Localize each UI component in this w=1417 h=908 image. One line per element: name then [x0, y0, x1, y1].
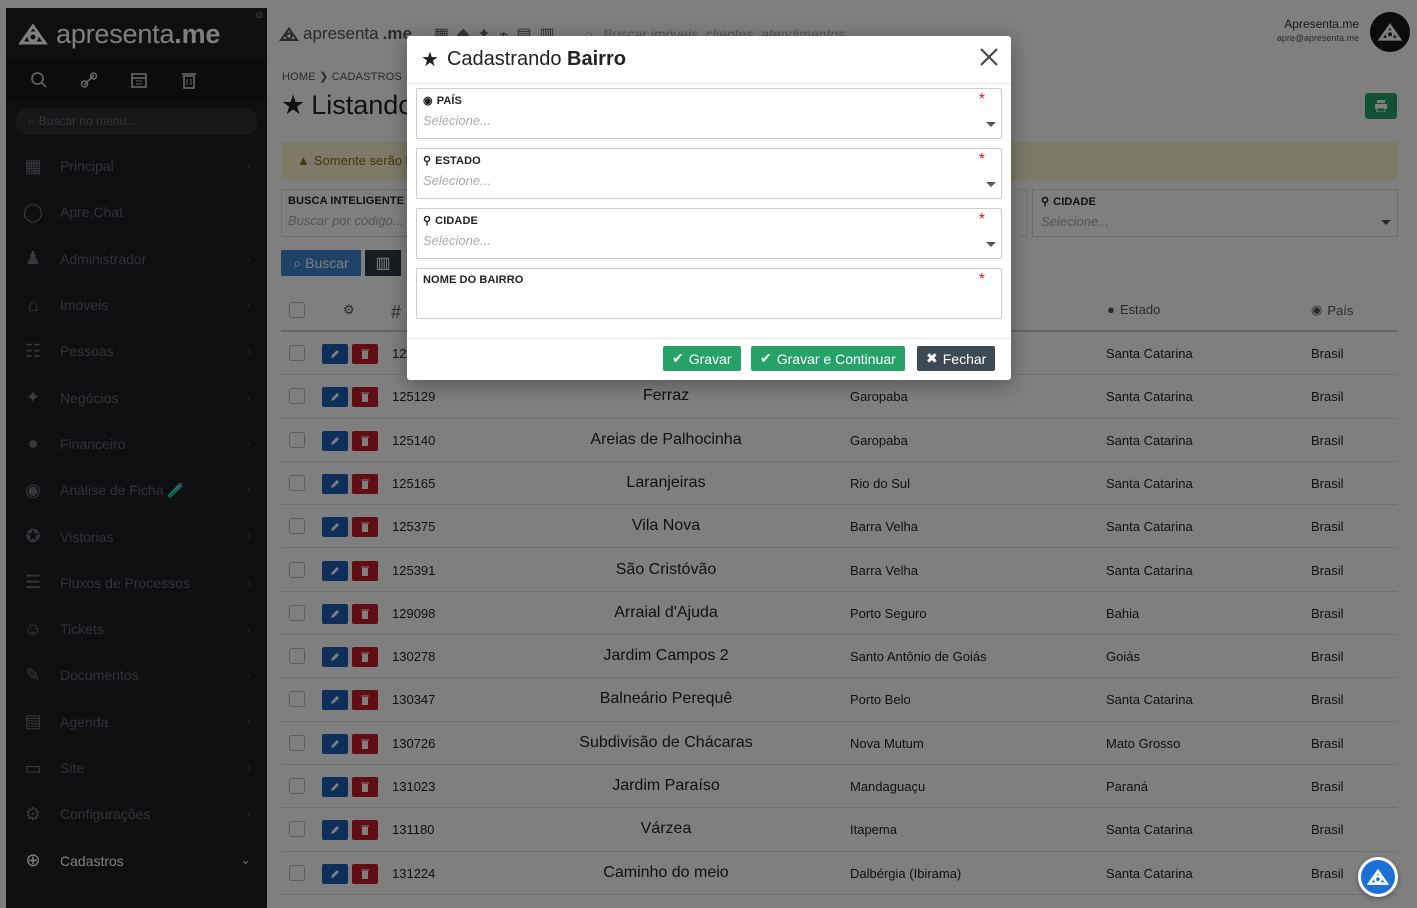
- required-marker: *: [978, 91, 985, 108]
- required-marker: *: [978, 151, 985, 168]
- field-placeholder: Selecione...: [423, 113, 491, 128]
- required-marker: *: [978, 271, 985, 288]
- close-icon[interactable]: [977, 45, 1001, 69]
- modal-header: ★ Cadastrando Bairro: [407, 36, 1011, 84]
- field-label: ESTADO: [435, 154, 481, 167]
- field-text[interactable]: NOME DO BAIRRO *: [416, 268, 1002, 319]
- map-pin-icon: ⚲: [423, 155, 432, 167]
- required-marker: *: [978, 211, 985, 228]
- app-root: apresenta.me ⊙ ⌕ Buscar no menu... ▦Prin…: [0, 0, 1417, 908]
- logo-mark-icon: [1367, 868, 1389, 885]
- field-label: NOME DO BAIRRO: [423, 274, 524, 286]
- save-button[interactable]: ✔ Gravar: [663, 346, 741, 371]
- save-continue-button-label: Gravar e Continuar: [776, 350, 896, 367]
- help-chat-button[interactable]: [1358, 857, 1398, 897]
- field-label: CIDADE: [435, 214, 478, 227]
- field-select[interactable]: ⚲ CIDADE * Selecione...: [416, 208, 1002, 259]
- globe-icon: ◉: [423, 95, 433, 107]
- field-placeholder: Selecione...: [423, 173, 491, 188]
- modal-title: Cadastrando Bairro: [447, 48, 626, 71]
- field-placeholder: Selecione...: [423, 233, 491, 248]
- check-circle-icon: ✔: [760, 350, 772, 366]
- times-circle-icon: ✖: [926, 350, 938, 366]
- field-select[interactable]: ⚲ ESTADO * Selecione...: [416, 148, 1002, 199]
- star-icon: ★: [421, 49, 439, 71]
- close-button-label: Fechar: [942, 350, 987, 367]
- caret-down-icon: [986, 182, 996, 187]
- caret-down-icon: [986, 242, 996, 247]
- close-button[interactable]: ✖ Fechar: [917, 346, 996, 371]
- save-continue-button[interactable]: ✔ Gravar e Continuar: [751, 346, 905, 371]
- field-select[interactable]: ◉ PAÍS * Selecione...: [416, 88, 1002, 139]
- save-button-label: Gravar: [688, 350, 732, 367]
- field-label: PAÍS: [436, 94, 462, 107]
- map-pin-icon: ⚲: [423, 215, 432, 227]
- check-circle-icon: ✔: [672, 350, 684, 366]
- caret-down-icon: [986, 122, 996, 127]
- create-neighborhood-modal: ★ Cadastrando Bairro ◉ PAÍS * Selecione... ⚲…: [407, 36, 1011, 380]
- modal-title-prefix: Cadastrando: [446, 48, 562, 70]
- modal-title-bold: Bairro: [567, 48, 626, 70]
